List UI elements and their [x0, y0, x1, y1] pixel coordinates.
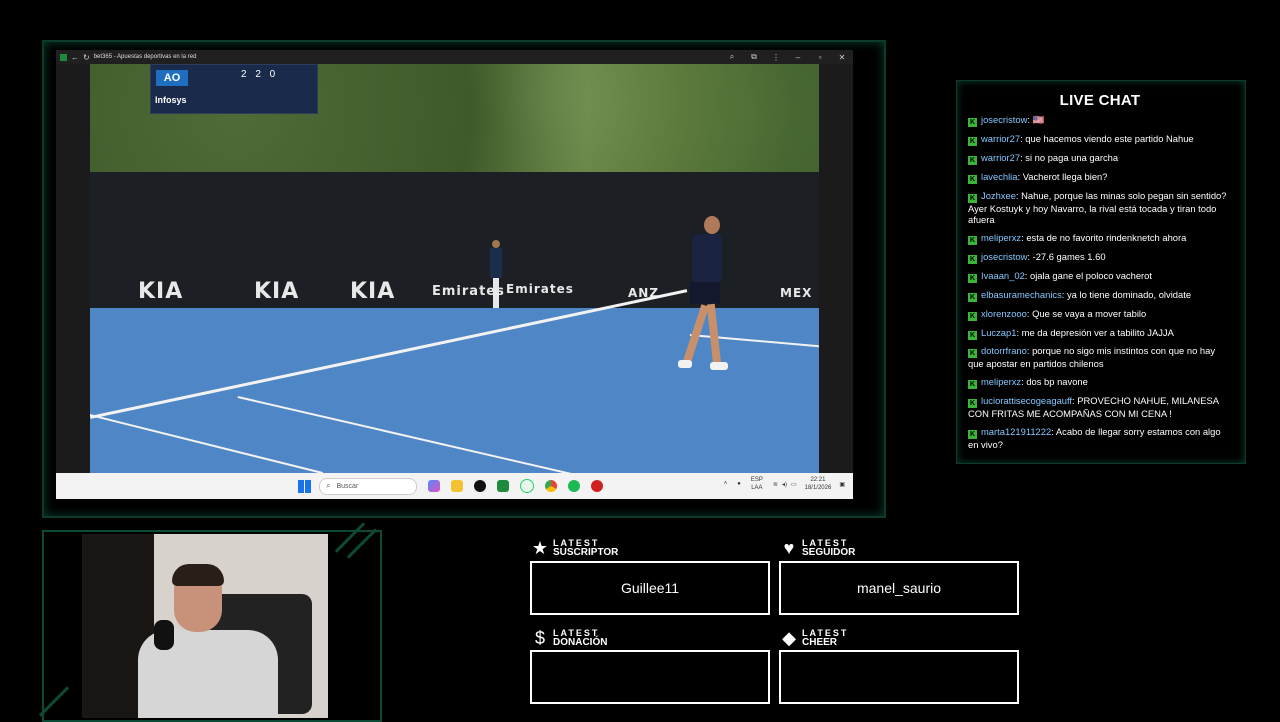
whatsapp-icon[interactable] [520, 479, 534, 493]
latest-seguidor-value: manel_saurio [856, 580, 942, 596]
microphone-icon [154, 620, 174, 650]
chat-message: K Jozhxee: Nahue, porque las minas solo p… [968, 189, 1227, 226]
kick-badge-icon: K [968, 398, 977, 408]
windows-taskbar: ⌕ Buscar ˄ ● ESP LAA ≋ ◂) ▭ 22:21 18/1/2… [56, 473, 853, 499]
latest-cheer-box [779, 650, 1019, 704]
kick-badge-icon: K [968, 118, 977, 127]
search-icon: ⌕ [326, 481, 331, 490]
diamond-icon: ◆ [782, 627, 796, 648]
chat-message: Kdotorrfrano: porque no sigo mis instint… [968, 345, 1216, 370]
file-explorer-icon[interactable] [451, 480, 463, 492]
close-button[interactable]: ✕ [831, 53, 853, 62]
latest-cheer-header: ◆ LATEST CHEER [779, 628, 848, 648]
restore-button[interactable]: ▫ [809, 53, 831, 62]
chat-title: LIVE CHAT [1059, 92, 1141, 109]
scoreboard: AO 2 2 0 Infosys [150, 64, 318, 114]
kick-badge-icon: K [968, 136, 977, 146]
back-arrow-icon[interactable]: ← [71, 53, 79, 62]
chat-message: Klavechlia: Vacherot llega bien? [968, 170, 1108, 184]
chat-message: Kmeliperxz: esta de no favorito rindenkn… [968, 232, 1187, 246]
wifi-icon[interactable]: ≋ [773, 481, 778, 488]
ad-board: Emirates [506, 282, 574, 296]
tiktok-icon[interactable] [474, 480, 486, 492]
kick-badge-icon: K [968, 236, 977, 246]
kick-badge-icon: K [968, 429, 977, 439]
kick-badge-icon: K [968, 380, 977, 390]
language-indicator[interactable]: ESP LAA [751, 476, 763, 492]
kick-badge-icon: K [968, 273, 977, 283]
taskbar-search-placeholder: Buscar [336, 482, 359, 490]
system-tray: ˄ ● ESP LAA ≋ ◂) ▭ 22:21 18/1/2026 ▣ [724, 476, 845, 492]
chevron-up-icon[interactable]: ˄ [724, 481, 728, 487]
scoreboard-score: 2 2 0 [241, 69, 279, 80]
chat-message: K Luczap1: me da depresión ver a tabilito… [968, 326, 1174, 340]
extensions-icon[interactable]: ⧉ [743, 52, 765, 62]
kick-badge-icon: K [968, 155, 977, 165]
game-app-icon[interactable] [591, 480, 603, 492]
menu-icon[interactable]: ⋮ [765, 53, 787, 62]
latest-donacion-box [530, 650, 770, 704]
latest-donacion-header: $ LATEST DONACIÓN [530, 628, 607, 648]
kick-badge-icon: K [968, 193, 977, 203]
volume-icon[interactable]: ◂) [782, 481, 787, 488]
bet365-app-icon[interactable] [497, 480, 509, 492]
chat-message: Kmarta121911222: Acabo de llegar sorry e… [968, 425, 1221, 450]
browser-title: bet365 - Apuestas deportivas en la red [93, 54, 197, 60]
latest-suscriptor-header: ★ LATEST SUSCRIPTOR [531, 537, 619, 558]
latest-seguidor-box: manel_saurio [779, 561, 1019, 615]
kick-badge-icon: K [968, 254, 977, 264]
kick-badge-icon: K [968, 174, 977, 184]
kick-badge-icon: K [968, 292, 977, 302]
chat-message: Kluciorattisecogeagauff: PROVECHO NAHUE,… [968, 394, 1219, 419]
chat-message: Kjosecristow: -27.6 games 1.60 [968, 250, 1106, 264]
refresh-icon[interactable]: ↻ [83, 53, 90, 62]
chat-message: Kwarrior27: que hacemos viendo este part… [968, 132, 1194, 146]
latest-seguidor-header: ♥ LATEST SEGUIDOR [779, 537, 856, 558]
tennis-player [678, 216, 728, 396]
chat-message: Kwarrior27: si no paga una garcha [968, 151, 1119, 165]
ao-logo: AO [156, 70, 188, 86]
heart-icon: ♥ [783, 537, 795, 558]
zoom-icon[interactable]: ⌕ [721, 52, 743, 62]
star-icon: ★ [531, 537, 549, 558]
ad-board: MEX [780, 286, 813, 300]
tennis-video-stream[interactable]: AO 2 2 0 Infosys KIA KIA KIA Emirates Em… [90, 64, 819, 473]
bet365-favicon-icon [60, 53, 67, 61]
chat-message: Kelbasuramechanics: ya lo tiene dominado… [968, 288, 1192, 302]
browser-titlebar: ← ↻ bet365 - Apuestas deportivas en la r… [56, 50, 853, 64]
minimize-button[interactable]: – [787, 53, 809, 62]
spotify-icon[interactable] [568, 480, 580, 492]
copilot-icon[interactable] [428, 480, 440, 492]
kick-badge-icon: K [968, 330, 977, 340]
dollar-icon: $ [534, 627, 545, 648]
notification-icon[interactable]: ▣ [839, 481, 845, 488]
taskbar-clock[interactable]: 22:21 18/1/2026 [805, 476, 832, 492]
chat-messages: Kjosecristow: 🇺🇸 Kwarrior27: que hacemos… [968, 114, 1230, 456]
taskbar-search[interactable]: ⌕ Buscar [319, 477, 417, 495]
browser-window: ← ↻ bet365 - Apuestas deportivas en la r… [56, 50, 853, 499]
chrome-icon[interactable] [545, 480, 557, 492]
chat-message: Kmeliperxz: dos bp navone [968, 376, 1088, 390]
latest-suscriptor-box: Guillee11 [530, 561, 770, 615]
battery-icon[interactable]: ▭ [791, 481, 797, 488]
chat-message: K Ivaaan_02: ojala gane el poloco vachero… [968, 269, 1152, 283]
microphone-icon[interactable]: ● [737, 481, 741, 487]
ad-board: KIA [350, 279, 396, 304]
latest-suscriptor-value: Guillee11 [620, 580, 680, 596]
chat-message: Kjosecristow: 🇺🇸 [968, 114, 1045, 127]
kick-badge-icon: K [968, 349, 977, 359]
ad-board: KIA [254, 279, 300, 304]
chat-message: Kxlorenzooo: Que se vaya a mover tabilo [968, 307, 1147, 321]
line-judge [490, 240, 502, 310]
windows-start-icon[interactable] [298, 479, 311, 493]
ad-board: KIA [138, 279, 184, 304]
scoreboard-sponsor: Infosys [155, 95, 187, 105]
kick-badge-icon: K [968, 311, 977, 321]
webcam-feed [82, 534, 328, 718]
